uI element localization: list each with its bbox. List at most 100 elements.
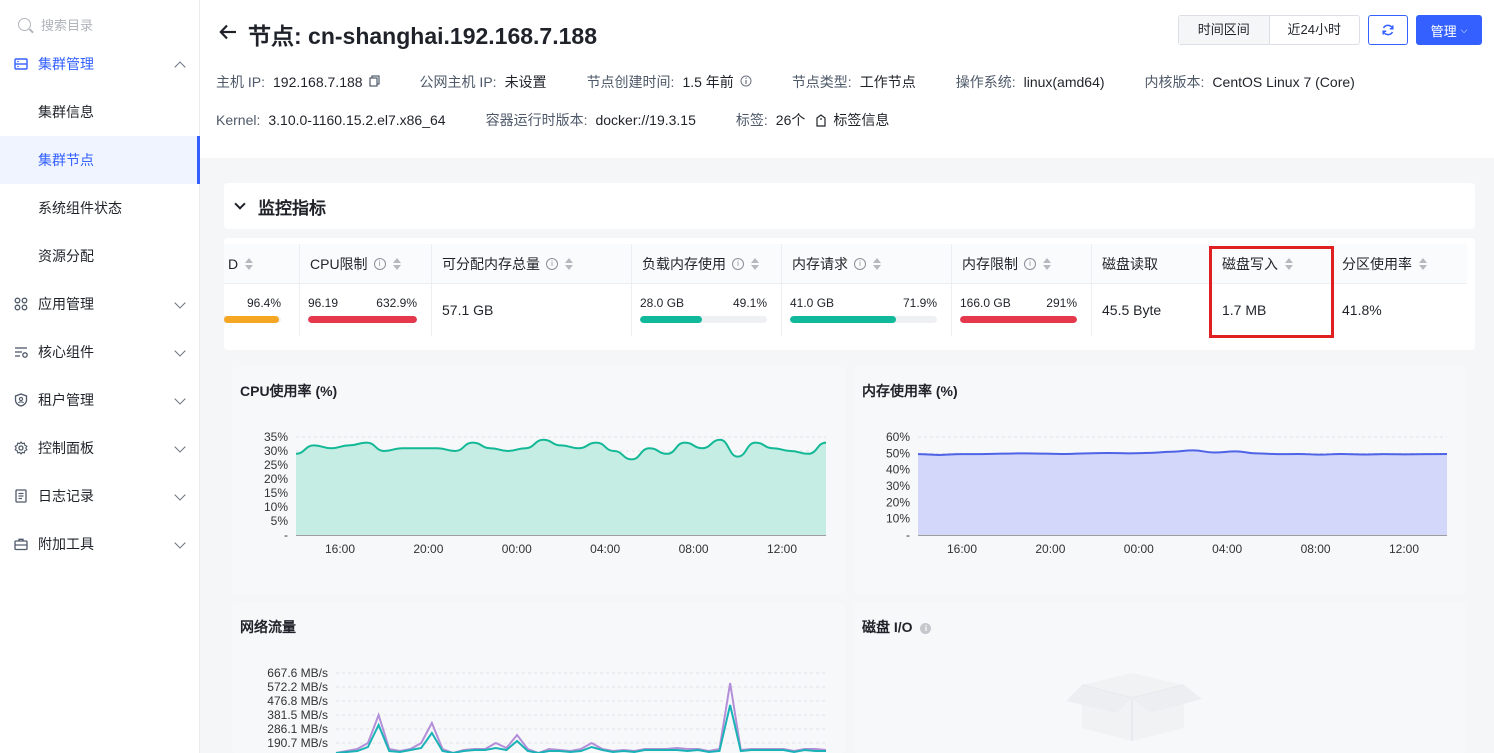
sidebar-item-cluster-info[interactable]: 集群信息 [0,88,200,136]
y-tick-label: - [284,528,288,542]
y-tick-label: 10% [886,512,910,526]
node-info-row-2: Kernel: 3.10.0-1160.15.2.el7.x86_64 容器运行时… [216,110,929,130]
nav-group-control-panel[interactable]: 控制面板 [0,424,200,472]
info-icon[interactable]: i [373,257,386,270]
refresh-button[interactable] [1368,15,1408,45]
x-tick-label: 16:00 [325,542,355,556]
metric-bar-fill [790,316,896,323]
nav-group-label: 租户管理 [38,392,94,408]
metric-header: 负载内存使用 [642,255,726,272]
nav-group-tools[interactable]: 附加工具 [0,520,200,568]
y-tick-label: 476.8 MB/s [267,694,328,708]
sort-icon[interactable] [244,257,254,271]
nav-group-core-components[interactable]: 核心组件 [0,328,200,376]
nav-group-logs[interactable]: 日志记录 [0,472,200,520]
manage-button[interactable]: 管理 ⌵ [1416,15,1482,45]
search-icon [18,17,31,31]
sidebar-search[interactable]: 搜索目录 [18,12,93,36]
metric-col-partition-usage: 分区使用率 41.8% [1332,244,1467,336]
x-tick-label: 00:00 [1124,542,1154,556]
info-icon[interactable]: i [546,257,558,270]
search-placeholder: 搜索目录 [41,17,94,33]
cluster-icon [14,57,28,71]
nav-group-apps[interactable]: 应用管理 [0,280,200,328]
y-tick-label: 190.7 MB/s [267,736,328,750]
x-tick-label: 12:00 [1389,542,1419,556]
network-traffic-panel: 网络流量 667.6 MB/s 572.2 MB/s 476.8 MB/s 381.5… [232,603,845,753]
sidebar-item-label: 集群节点 [38,152,94,168]
chevron-down-icon [174,489,186,501]
metric-header: 内存限制 [962,255,1018,272]
chevron-down-icon [234,198,246,210]
x-tick-label: 16:00 [947,542,977,556]
apps-icon [14,297,28,311]
sidebar-item-component-status[interactable]: 系统组件状态 [0,184,200,232]
x-tick-label: 20:00 [1035,542,1065,556]
y-tick-label: 20% [264,472,288,486]
public-ip-value: 未设置 [504,74,547,90]
nav-group-tenants[interactable]: 租户管理 [0,376,200,424]
x-tick-label: 08:00 [679,542,709,556]
metric-header: 磁盘读取 [1102,255,1158,272]
sort-icon[interactable] [564,257,574,271]
kernel-value: 3.10.0-1160.15.2.el7.x86_64 [268,112,446,128]
y-tick-label: 381.5 MB/s [267,708,328,722]
metric-col-workload-memory: 负载内存使用 i 28.0 GB 49.1% [632,244,782,336]
copy-icon[interactable] [368,74,380,90]
info-icon[interactable]: i [732,257,744,270]
cpu-usage-chart: 35%30%25%20%15%10%5%- 16:00 20:00 00:00 04:0… [264,430,827,556]
node-type-value: 工作节点 [859,74,916,90]
nav-group-label: 核心组件 [38,344,94,360]
monitor-section-header[interactable]: 监控指标 [224,183,1475,229]
empty-box-icon [1066,673,1202,741]
sidebar-item-cluster-nodes[interactable]: 集群节点 [0,136,200,184]
sort-icon[interactable] [1042,257,1052,271]
sort-icon[interactable] [872,257,882,271]
toolbox-icon [14,537,28,551]
y-tick-label: 572.2 MB/s [267,680,328,694]
time-range-selector[interactable]: 时间区间 近24小时 [1178,15,1360,45]
metric-percent: 49.1% [732,296,767,310]
runtime-label: 容器运行时版本: [485,112,588,128]
info-icon[interactable] [740,75,752,90]
network-traffic-chart: 667.6 MB/s572.2 MB/s476.8 MB/s381.5 MB/s… [267,666,827,753]
metric-bar-fill [224,316,279,323]
metric-bar-fill [308,316,417,323]
node-header: 节点: cn-shanghai.192.168.7.188 时间区间 近24小时… [200,0,1494,158]
monitor-section-title: 监控指标 [258,198,326,218]
nav-group-label: 集群管理 [38,56,94,72]
back-arrow-icon[interactable] [218,22,238,42]
sidebar-item-resource-allocation[interactable]: 资源分配 [0,232,200,280]
series-area [918,450,1447,535]
time-range-value[interactable]: 近24小时 [1270,16,1360,44]
metric-header: D [228,255,239,272]
chevron-up-icon [174,61,186,73]
info-icon[interactable]: i [1024,257,1036,270]
y-tick-label: 5% [271,514,289,528]
sort-icon[interactable] [1284,257,1294,271]
metric-bar-fill [640,316,703,323]
cpu-usage-panel: CPU使用率 (%) 35% 30% 25% 20% 15% 10% 5% -16:00 20:… [232,367,845,594]
metric-col-memory-request: 内存请求 i 41.0 GB 71.9% [782,244,952,336]
metric-header: 可分配内存总量 [442,255,540,272]
metric-value: 28.0 GB [640,296,685,310]
sidebar: 搜索目录 集群管理 集群信息 集群节点 系统组件状态 资源分配 应用管理 核心组… [0,0,200,753]
nav-group-cluster[interactable]: 集群管理 [0,40,200,88]
created-label: 节点创建时间: [586,74,675,90]
metric-percent: 96.4% [246,296,281,310]
sort-icon[interactable] [750,257,760,271]
tags-count: 26个 [775,112,806,128]
metric-col-cpu-limit: CPU限制 i 96.19 632.9% [300,244,432,336]
y-tick-label: 20% [886,495,910,509]
metric-percent: 71.9% [902,296,937,310]
metric-value: 1.7 MB [1222,302,1267,318]
sort-icon[interactable] [1418,257,1428,271]
y-tick-label: 50% [886,446,910,460]
os-label: 操作系统: [955,74,1016,90]
metric-col-disk-write: 磁盘写入 1.7 MB [1212,244,1332,336]
sort-icon[interactable] [392,257,402,271]
metric-col-cpu-usage: D 96.4% [224,244,300,336]
info-icon[interactable]: i [854,257,866,270]
metric-value: 45.5 Byte [1102,302,1162,318]
tags-info-link[interactable]: 标签信息 [833,110,889,130]
